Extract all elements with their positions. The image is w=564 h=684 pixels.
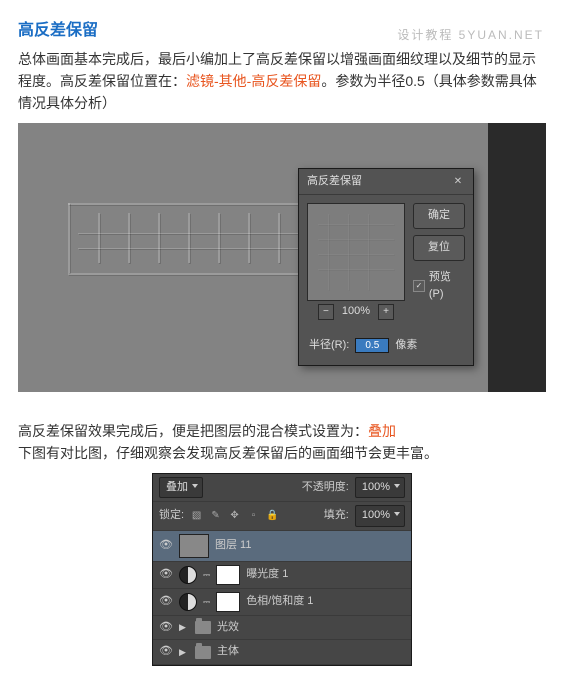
ok-button[interactable]: 确定 bbox=[413, 203, 465, 229]
group-name: 光效 bbox=[217, 619, 239, 637]
expand-arrow-icon[interactable]: ▶ bbox=[179, 620, 189, 634]
layer-name: 图层 11 bbox=[215, 537, 251, 555]
layer-item-selected[interactable]: 👁 图层 11 bbox=[153, 531, 411, 562]
group-name: 主体 bbox=[217, 643, 239, 661]
etched-text-graphic bbox=[68, 203, 328, 293]
mask-thumbnail bbox=[216, 592, 240, 612]
visibility-icon[interactable]: 👁 bbox=[159, 566, 173, 584]
zoom-in-button[interactable]: + bbox=[378, 304, 394, 320]
folder-icon bbox=[195, 646, 211, 659]
lock-all-icon[interactable]: 🔒 bbox=[266, 509, 279, 522]
blend-mode-select[interactable]: 叠加 bbox=[159, 477, 203, 499]
visibility-icon[interactable]: 👁 bbox=[159, 537, 173, 555]
layer-name: 色相/饱和度 1 bbox=[246, 593, 313, 611]
opacity-select[interactable]: 100% bbox=[355, 477, 405, 499]
lock-transparency-icon[interactable]: ▧ bbox=[190, 509, 203, 522]
adjustment-icon bbox=[179, 566, 197, 584]
visibility-icon[interactable]: 👁 bbox=[159, 593, 173, 611]
layers-panel: 叠加 不透明度: 100% 锁定: ▧ ✎ ✥ ▫ 🔒 填充: 100% 👁 图… bbox=[152, 473, 412, 666]
opacity-label: 不透明度: bbox=[302, 479, 349, 497]
section-paragraph-1: 总体画面基本完成后，最后小编加上了高反差保留以增强画面细纹理以及细节的显示程度。… bbox=[18, 48, 546, 115]
dialog-titlebar[interactable]: 高反差保留 ✕ bbox=[299, 169, 473, 196]
highlight-blend-mode: 叠加 bbox=[368, 423, 396, 439]
dialog-preview bbox=[307, 203, 405, 301]
radius-unit: 像素 bbox=[395, 337, 417, 355]
layer-item[interactable]: 👁 ⎓ 曝光度 1 bbox=[153, 562, 411, 589]
photoshop-canvas-screenshot: 高反差保留 ✕ bbox=[18, 123, 546, 392]
canvas-dark-edge bbox=[488, 123, 546, 392]
visibility-icon[interactable]: 👁 bbox=[159, 619, 173, 637]
mask-thumbnail bbox=[216, 565, 240, 585]
radius-label: 半径(R): bbox=[309, 337, 349, 355]
fill-label: 填充: bbox=[324, 507, 349, 525]
preview-label: 预览(P) bbox=[429, 269, 465, 304]
dialog-title: 高反差保留 bbox=[307, 173, 362, 191]
layer-group-item[interactable]: 👁 ▶ 光效 bbox=[153, 616, 411, 641]
watermark: 设计教程 5YUAN.NET bbox=[397, 26, 544, 45]
zoom-value: 100% bbox=[342, 303, 370, 321]
folder-icon bbox=[195, 621, 211, 634]
section-paragraph-2: 高反差保留效果完成后，便是把图层的混合模式设置为：叠加 下图有对比图，仔细观察会… bbox=[18, 420, 546, 465]
layer-thumbnail bbox=[179, 534, 209, 558]
preview-checkbox[interactable]: ✓ bbox=[413, 280, 425, 292]
high-pass-dialog: 高反差保留 ✕ bbox=[298, 168, 474, 366]
layer-name: 曝光度 1 bbox=[246, 566, 288, 584]
radius-input[interactable] bbox=[355, 338, 389, 353]
highlight-menu-path: 滤镜-其他-高反差保留 bbox=[186, 73, 321, 89]
cancel-button[interactable]: 复位 bbox=[413, 235, 465, 261]
fill-select[interactable]: 100% bbox=[355, 505, 405, 527]
link-icon: ⎓ bbox=[203, 568, 210, 582]
layer-item[interactable]: 👁 ⎓ 色相/饱和度 1 bbox=[153, 589, 411, 616]
visibility-icon[interactable]: 👁 bbox=[159, 643, 173, 661]
zoom-out-button[interactable]: − bbox=[318, 304, 334, 320]
adjustment-icon bbox=[179, 593, 197, 611]
lock-label: 锁定: bbox=[159, 507, 184, 525]
lock-move-icon[interactable]: ✥ bbox=[228, 509, 241, 522]
layer-group-item[interactable]: 👁 ▶ 主体 bbox=[153, 640, 411, 665]
link-icon: ⎓ bbox=[203, 595, 210, 609]
close-icon[interactable]: ✕ bbox=[451, 175, 465, 189]
expand-arrow-icon[interactable]: ▶ bbox=[179, 645, 189, 659]
lock-artboard-icon[interactable]: ▫ bbox=[247, 509, 260, 522]
lock-brush-icon[interactable]: ✎ bbox=[209, 509, 222, 522]
